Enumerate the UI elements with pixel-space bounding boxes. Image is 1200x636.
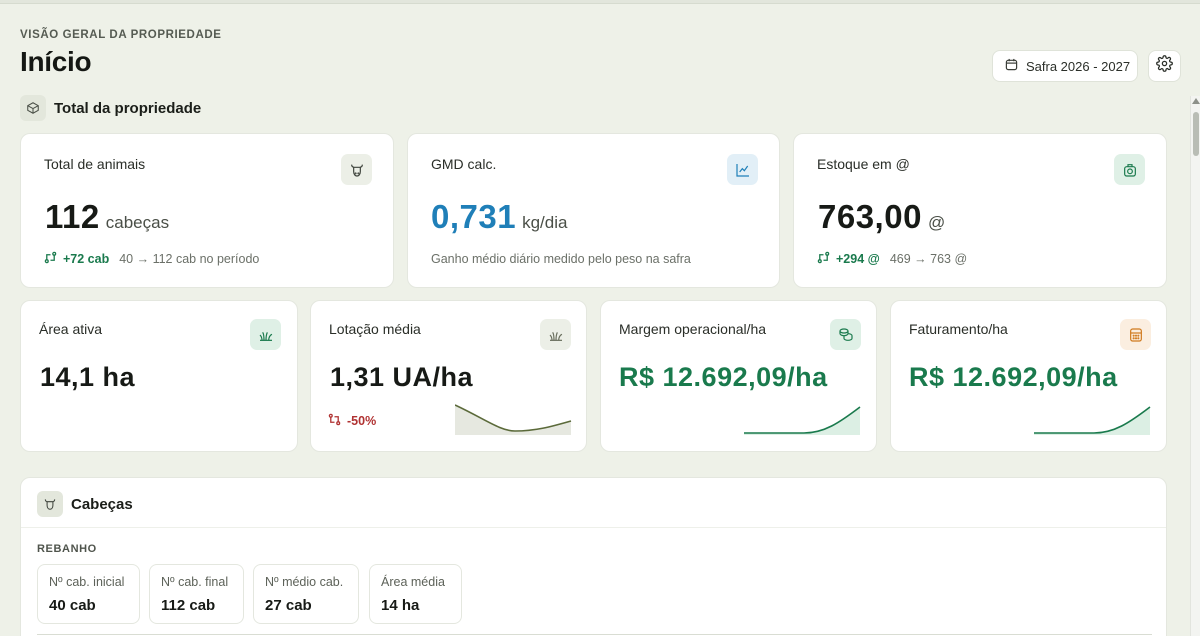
lotacao-sparkline [455,404,572,435]
cow-head-icon [341,154,372,185]
trend-down-icon [328,413,341,429]
lotacao-delta: -50% [328,413,376,429]
page-overline: VISÃO GERAL DA PROPRIEDADE [20,29,222,41]
card-estoque: Estoque em @ 763,00 @ +294 @ 469 → 763 @ [793,133,1167,288]
stat-label: Nº cab. inicial [49,575,125,589]
stat-label: Nº médio cab. [265,575,344,589]
delta-detail: 469 → 763 @ [889,252,968,266]
estoque-value: 763,00 [818,198,922,235]
top-border [0,0,1200,4]
card-label: Lotação média [329,321,421,337]
card-label: Margem operacional/ha [619,321,767,337]
total-animais-unit: cabeças [105,213,170,232]
faturamento-sparkline [1034,406,1151,435]
stat-value: 40 cab [49,597,96,614]
gear-icon [1156,55,1173,77]
line-chart-icon [727,154,758,185]
card-lotacao-media: Lotação média 1,31 UA/ha -50% [310,300,587,452]
stat-cab-inicial: Nº cab. inicial 40 cab [37,564,140,624]
section-total-header: Total da propriedade [20,95,201,121]
section-cabecas-title: Cabeças [71,495,133,513]
card-gmd: GMD calc. 0,731 kg/dia Ganho médio diári… [407,133,780,288]
card-label: Faturamento/ha [909,321,1008,337]
scroll-up-icon[interactable] [1192,98,1200,104]
safra-label: Safra 2026 - 2027 [1026,58,1131,74]
trend-up-icon [44,251,57,267]
coins-icon [830,319,861,350]
weight-icon [1114,154,1145,185]
delta-value: +294 @ [836,252,880,266]
stat-label: Nº cab. final [161,575,229,589]
stat-label: Área média [381,575,445,589]
faturamento-value: R$ 12.692,09/ha [909,362,1118,392]
card-label: Área ativa [39,321,103,337]
stat-value: 14 ha [381,597,420,614]
stat-area-media: Área média 14 ha [369,564,462,624]
grass-icon [540,319,571,350]
estoque-unit: @ [927,213,946,232]
card-label: Estoque em @ [817,156,910,172]
cabecas-panel: Cabeças REBANHO Nº cab. inicial 40 cab N… [20,477,1167,636]
group-label: REBANHO [37,543,97,555]
calculator-icon [1120,319,1151,350]
safra-selector-button[interactable]: Safra 2026 - 2027 [992,50,1138,82]
vertical-scrollbar[interactable] [1190,96,1200,636]
stat-cab-medio: Nº médio cab. 27 cab [253,564,359,624]
section-cabecas-header: Cabeças [37,491,133,517]
estoque-delta: +294 @ 469 → 763 @ [817,251,967,267]
gmd-subtitle: Ganho médio diário medido pelo peso na s… [431,252,691,266]
section-total-title: Total da propriedade [54,99,202,117]
page-title: Início [20,46,92,77]
delta-value: -50% [347,414,377,428]
divider [21,527,1166,528]
box-icon [20,95,46,121]
margem-sparkline [744,406,861,435]
gmd-value: 0,731 [431,198,517,235]
stat-cab-final: Nº cab. final 112 cab [149,564,244,624]
area-value: 14,1 ha [40,362,136,392]
lotacao-value: 1,31 UA/ha [330,362,474,392]
card-margem-operacional: Margem operacional/ha R$ 12.692,09/ha [600,300,877,452]
cow-head-icon [37,491,63,517]
total-animais-delta: +72 cab 40 → 112 cab no período [44,251,259,267]
delta-detail: 40 → 112 cab no período [119,252,260,266]
total-animais-value: 112 [45,198,100,235]
stat-value: 27 cab [265,597,312,614]
scrollbar-thumb[interactable] [1193,112,1199,156]
card-faturamento: Faturamento/ha R$ 12.692,09/ha [890,300,1167,452]
grass-icon [250,319,281,350]
card-total-animais: Total de animais 112 cabeças +72 cab 40 … [20,133,394,288]
gmd-unit: kg/dia [522,213,568,232]
trend-up-icon [817,251,830,267]
settings-button[interactable] [1148,50,1181,82]
card-label: Total de animais [44,156,146,172]
calendar-icon [1005,58,1018,74]
divider [37,634,1152,635]
card-label: GMD calc. [431,156,497,172]
delta-value: +72 cab [63,252,110,266]
margem-value: R$ 12.692,09/ha [619,362,828,392]
card-area-ativa: Área ativa 14,1 ha [20,300,298,452]
stat-value: 112 cab [161,597,216,614]
